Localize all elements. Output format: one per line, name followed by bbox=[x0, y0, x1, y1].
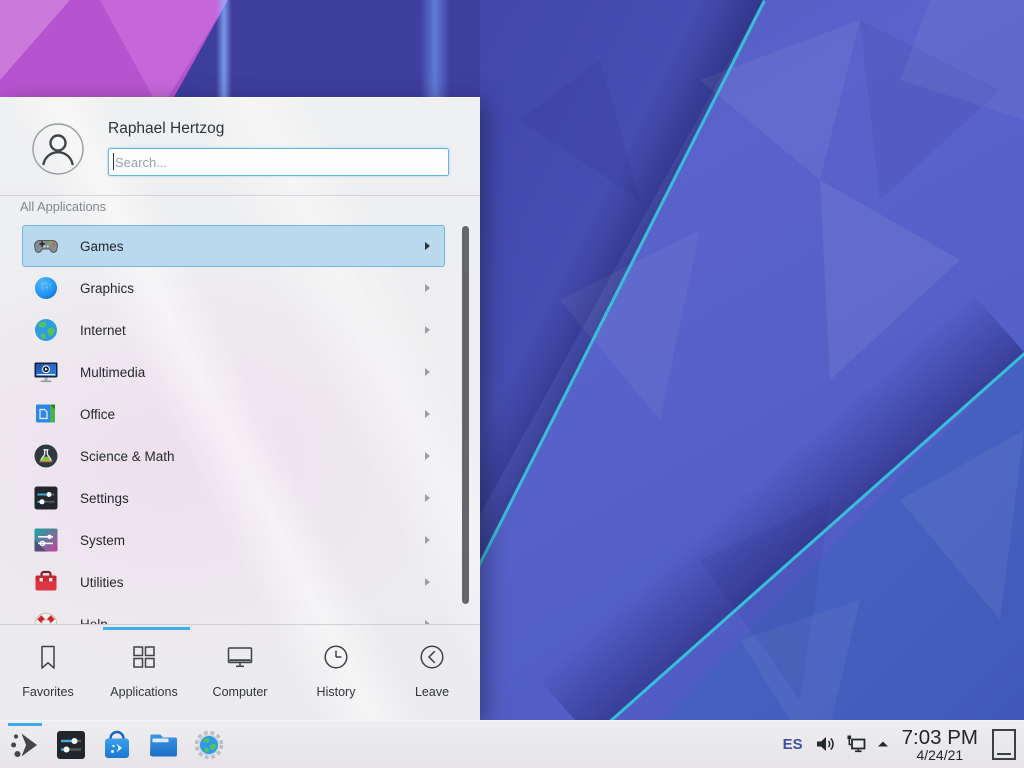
submenu-arrow-icon bbox=[425, 326, 430, 334]
category-item-internet[interactable]: Internet bbox=[22, 309, 445, 351]
category-label: Graphics bbox=[80, 281, 134, 296]
category-item-graphics[interactable]: Graphics bbox=[22, 267, 445, 309]
taskbar-launchers bbox=[0, 728, 226, 762]
lifebuoy-icon bbox=[33, 611, 59, 624]
category-item-system[interactable]: System bbox=[22, 519, 445, 561]
header-divider bbox=[0, 195, 480, 196]
tab-label: Computer bbox=[213, 685, 268, 699]
clock-icon bbox=[321, 642, 351, 677]
flask-icon bbox=[33, 443, 59, 469]
submenu-arrow-icon bbox=[425, 242, 430, 250]
media-player-icon bbox=[33, 359, 59, 385]
category-label: Utilities bbox=[80, 575, 124, 590]
gamepad-icon bbox=[33, 233, 59, 259]
tab-label: Applications bbox=[110, 685, 177, 699]
submenu-arrow-icon bbox=[425, 536, 430, 544]
category-label: Internet bbox=[80, 323, 126, 338]
bookmark-icon bbox=[33, 642, 63, 677]
sliders-icon bbox=[33, 485, 59, 511]
tab-label: History bbox=[317, 685, 356, 699]
kickoff-launcher-button[interactable] bbox=[8, 728, 42, 762]
network-icon[interactable] bbox=[845, 733, 867, 755]
tab-computer[interactable]: Computer bbox=[192, 625, 288, 721]
file-manager-button[interactable] bbox=[146, 728, 180, 762]
volume-icon[interactable] bbox=[814, 733, 836, 755]
system-tray: ES 7:03 PM 4/24/21 bbox=[781, 727, 1024, 763]
documents-icon bbox=[33, 401, 59, 427]
category-item-help[interactable]: Help bbox=[22, 603, 445, 624]
submenu-arrow-icon bbox=[425, 410, 430, 418]
tab-favorites[interactable]: Favorites bbox=[0, 625, 96, 721]
list-scrollbar[interactable] bbox=[462, 226, 469, 604]
tab-history[interactable]: History bbox=[288, 625, 384, 721]
submenu-arrow-icon bbox=[425, 578, 430, 586]
grid-icon bbox=[129, 642, 159, 677]
digital-clock[interactable]: 7:03 PM 4/24/21 bbox=[899, 727, 981, 763]
section-label: All Applications bbox=[20, 199, 106, 214]
tab-label: Favorites bbox=[22, 685, 73, 699]
active-task-indicator bbox=[8, 723, 42, 726]
category-label: Games bbox=[80, 239, 124, 254]
category-label: Office bbox=[80, 407, 115, 422]
clock-date: 4/24/21 bbox=[902, 748, 978, 763]
submenu-arrow-icon bbox=[425, 494, 430, 502]
category-item-settings[interactable]: Settings bbox=[22, 477, 445, 519]
category-item-science-math[interactable]: Science & Math bbox=[22, 435, 445, 477]
sphere-icon bbox=[33, 275, 59, 301]
category-item-utilities[interactable]: Utilities bbox=[22, 561, 445, 603]
tray-expander-caret-icon[interactable] bbox=[876, 737, 890, 751]
show-desktop-button[interactable] bbox=[992, 729, 1016, 760]
leave-icon bbox=[417, 642, 447, 677]
toolbox-icon bbox=[33, 569, 59, 595]
tab-label: Leave bbox=[415, 685, 449, 699]
search-input[interactable] bbox=[108, 148, 449, 176]
submenu-arrow-icon bbox=[425, 452, 430, 460]
tab-leave[interactable]: Leave bbox=[384, 625, 480, 721]
submenu-arrow-icon bbox=[425, 368, 430, 376]
discover-button[interactable] bbox=[100, 728, 134, 762]
category-label: Settings bbox=[80, 491, 129, 506]
category-item-office[interactable]: Office bbox=[22, 393, 445, 435]
category-list: Games Graphics bbox=[0, 225, 480, 624]
submenu-arrow-icon bbox=[425, 284, 430, 292]
category-item-multimedia[interactable]: Multimedia bbox=[22, 351, 445, 393]
user-avatar-icon[interactable] bbox=[32, 123, 84, 175]
application-launcher-popup: Raphael Hertzog All Applications Games bbox=[0, 97, 480, 720]
taskbar: ES 7:03 PM 4/24/21 bbox=[0, 720, 1024, 768]
text-caret bbox=[113, 153, 114, 170]
desktop: Raphael Hertzog All Applications Games bbox=[0, 0, 1024, 768]
launcher-tab-bar: Favorites Applications bbox=[0, 625, 480, 721]
category-label: Multimedia bbox=[80, 365, 145, 380]
keyboard-layout-indicator[interactable]: ES bbox=[781, 736, 805, 753]
category-label: System bbox=[80, 533, 125, 548]
web-browser-button[interactable] bbox=[192, 728, 226, 762]
system-sliders-icon bbox=[33, 527, 59, 553]
globe-icon bbox=[33, 317, 59, 343]
user-name: Raphael Hertzog bbox=[108, 120, 224, 138]
tab-applications[interactable]: Applications bbox=[96, 625, 192, 721]
monitor-icon bbox=[225, 642, 255, 677]
clock-time: 7:03 PM bbox=[902, 727, 978, 748]
category-label: Help bbox=[80, 617, 108, 625]
category-label: Science & Math bbox=[80, 449, 175, 464]
system-settings-button[interactable] bbox=[54, 728, 88, 762]
category-item-games[interactable]: Games bbox=[22, 225, 445, 267]
